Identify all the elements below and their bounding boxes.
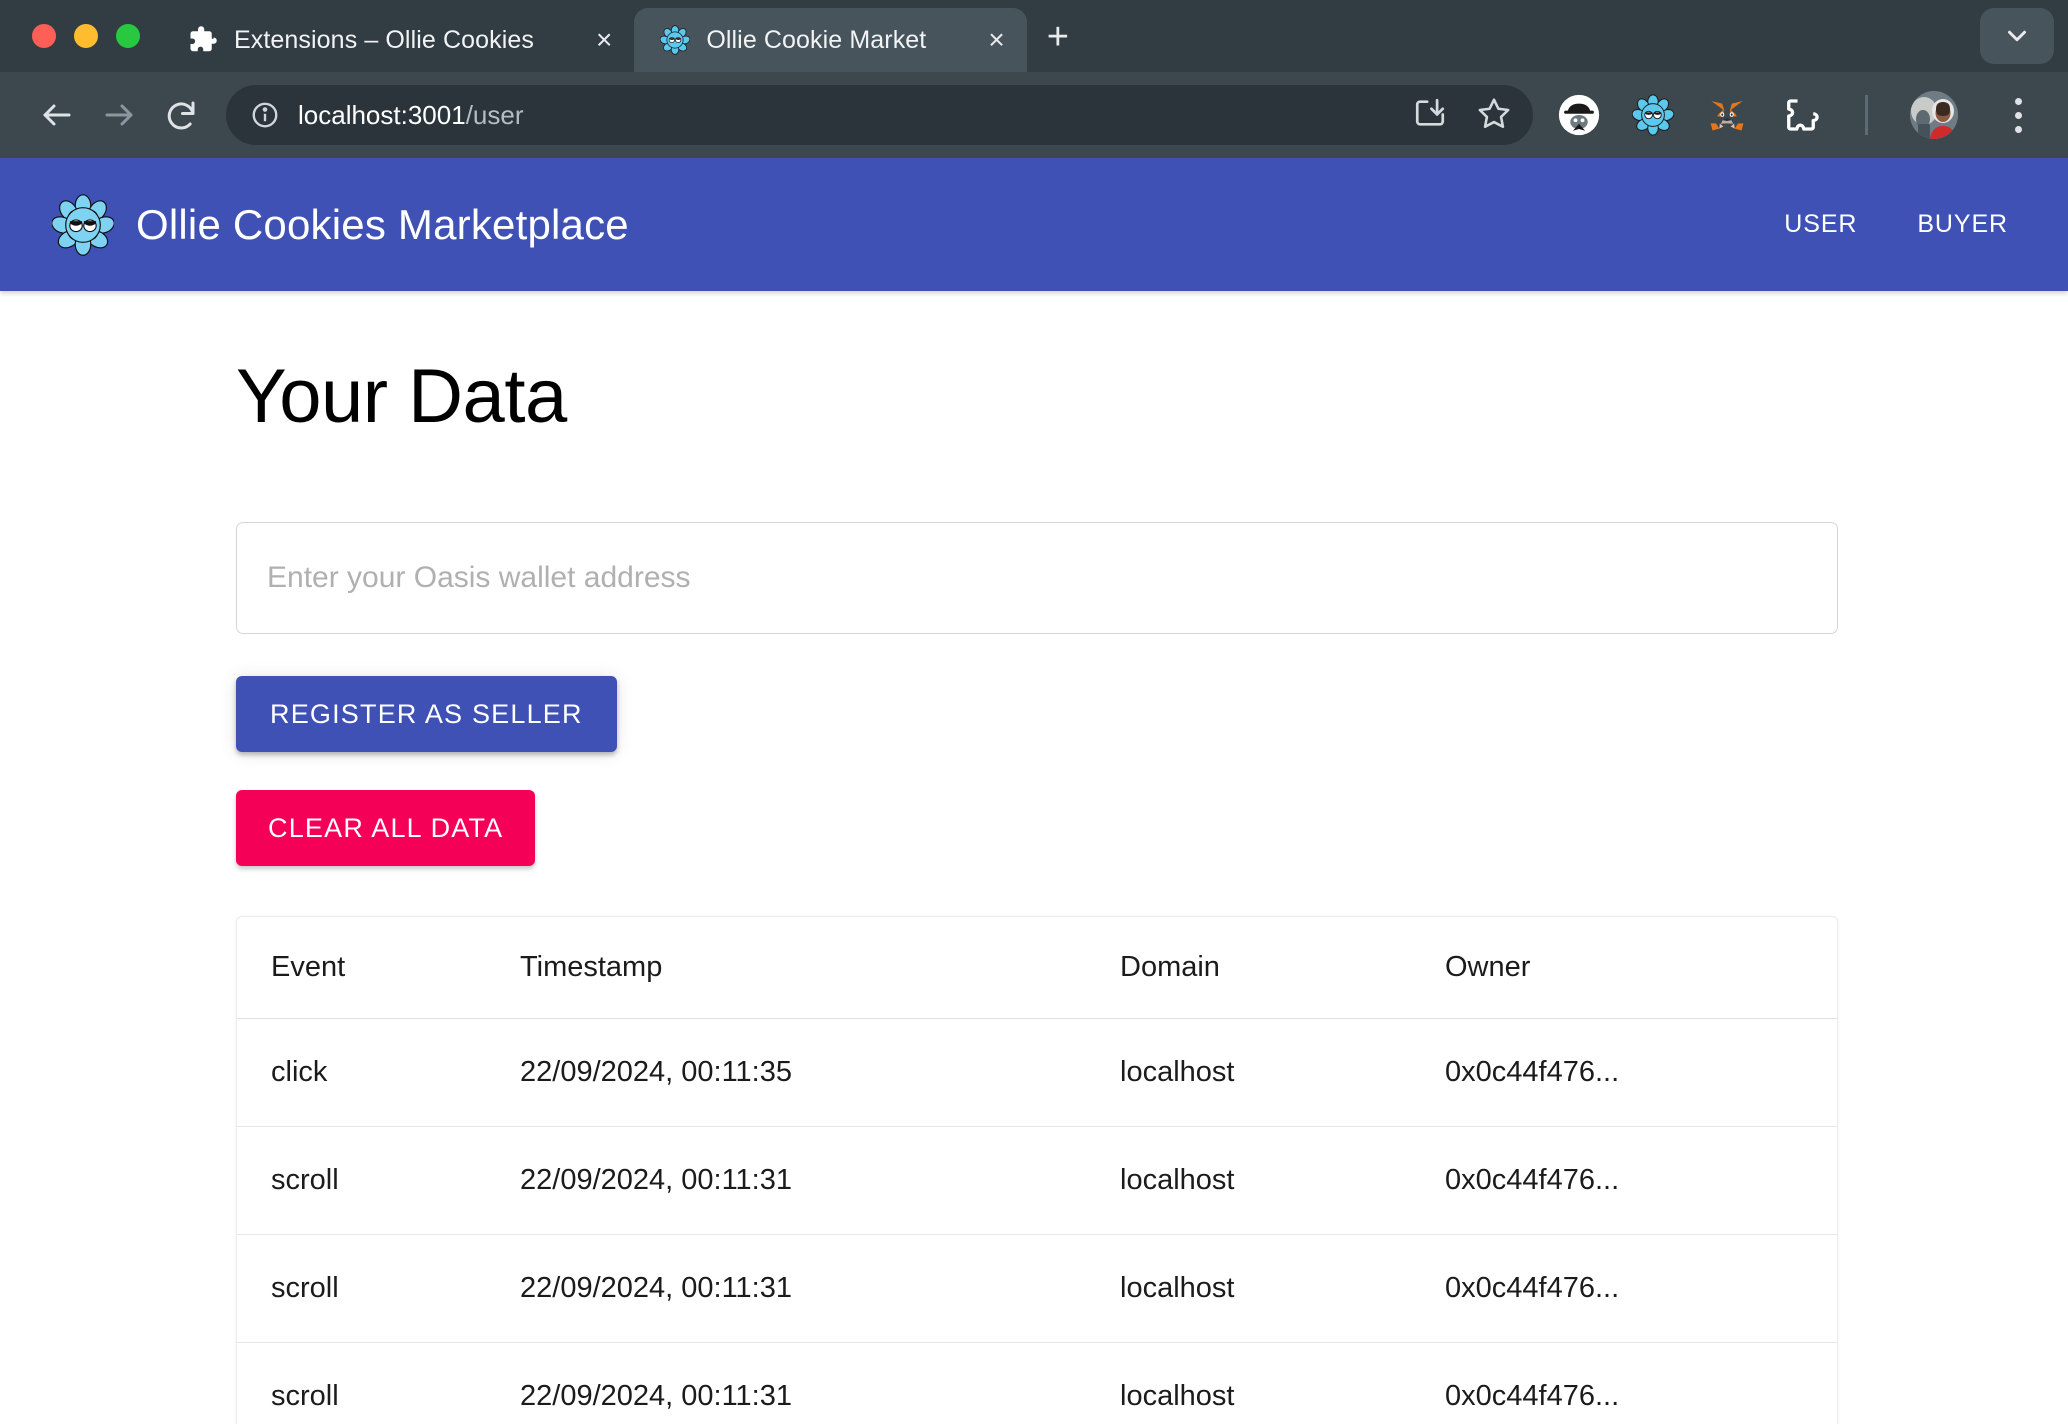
nav-link-user[interactable]: USER [1762, 194, 1879, 255]
cell-event: scroll [237, 1234, 520, 1343]
column-header-event[interactable]: Event [237, 917, 520, 1019]
cell-timestamp: 22/09/2024, 00:11:31 [520, 1234, 1120, 1343]
cell-event: scroll [237, 1126, 520, 1235]
ollie-cookie-extension-icon[interactable] [1631, 93, 1675, 137]
tab-strip: Extensions – Ollie Cookies × Ollie Cooki… [0, 0, 2068, 72]
forward-button[interactable] [88, 84, 150, 146]
metamask-fox-icon[interactable] [1705, 93, 1749, 137]
url-path: /user [465, 99, 524, 130]
table-row[interactable]: scroll 22/09/2024, 00:11:31 localhost 0x… [237, 1234, 1837, 1343]
table-row[interactable]: scroll 22/09/2024, 00:11:31 localhost 0x… [237, 1126, 1837, 1235]
page-title: Your Data [236, 354, 567, 439]
cell-owner: 0x0c44f476... [1445, 1342, 1837, 1424]
reload-button[interactable] [150, 84, 212, 146]
kebab-dot [2014, 125, 2022, 133]
table-head: Event Timestamp Domain Owner [237, 917, 1837, 1019]
cell-owner: 0x0c44f476... [1445, 1126, 1837, 1235]
cell-owner: 0x0c44f476... [1445, 1018, 1837, 1127]
minimize-window-button[interactable] [74, 24, 98, 48]
maximize-window-button[interactable] [116, 24, 140, 48]
cookie-icon [660, 25, 691, 55]
table-body: click 22/09/2024, 00:11:35 localhost 0x0… [237, 1018, 1837, 1424]
close-tab-button[interactable]: × [942, 26, 1004, 54]
app-title: Ollie Cookies Marketplace [136, 200, 629, 248]
cell-domain: localhost [1120, 1234, 1445, 1343]
bookmark-star-icon[interactable] [1477, 96, 1511, 135]
ollie-cookie-logo [51, 193, 115, 256]
omnibox-actions [1413, 96, 1511, 135]
arrow-right-icon [105, 104, 133, 126]
profile-avatar[interactable] [1910, 91, 1958, 139]
nav-link-buyer[interactable]: BUYER [1895, 194, 2030, 255]
cell-domain: localhost [1120, 1342, 1445, 1424]
site-info-icon[interactable] [248, 98, 282, 132]
browser-tab-extensions[interactable]: Extensions – Ollie Cookies × [162, 8, 634, 72]
tab-list-dropdown-button[interactable] [1980, 8, 2054, 64]
clear-all-data-button[interactable]: CLEAR ALL DATA [236, 790, 536, 866]
column-header-domain[interactable]: Domain [1120, 917, 1445, 1019]
brand[interactable]: Ollie Cookies Marketplace [51, 193, 629, 256]
table-row[interactable]: scroll 22/09/2024, 00:11:31 localhost 0x… [237, 1342, 1837, 1424]
column-header-timestamp[interactable]: Timestamp [520, 917, 1120, 1019]
cell-timestamp: 22/09/2024, 00:11:35 [520, 1018, 1120, 1127]
reload-icon [167, 101, 195, 130]
cell-owner: 0x0c44f476... [1445, 1234, 1837, 1343]
chevron-down-icon [2008, 30, 2026, 42]
arrow-left-icon [43, 104, 71, 126]
browser-tab-ollie-cookie-market[interactable]: Ollie Cookie Market × [634, 8, 1027, 72]
column-header-owner[interactable]: Owner [1445, 917, 1837, 1019]
extension-icons [1551, 91, 2042, 139]
cell-domain: localhost [1120, 1018, 1445, 1127]
cell-domain: localhost [1120, 1126, 1445, 1235]
app-header: Ollie Cookies Marketplace USER BUYER [0, 158, 2068, 291]
kebab-dot [2014, 97, 2022, 105]
back-button[interactable] [26, 84, 88, 146]
address-bar[interactable]: localhost:3001/user [226, 85, 1533, 145]
url-text: localhost:3001/user [298, 100, 524, 131]
window-controls [0, 0, 162, 72]
table-header-row: Event Timestamp Domain Owner [237, 917, 1837, 1019]
app-nav: USER BUYER [1762, 194, 2030, 255]
table-row[interactable]: click 22/09/2024, 00:11:35 localhost 0x0… [237, 1018, 1837, 1127]
toolbar-divider [1865, 95, 1868, 135]
browser-window: Extensions – Ollie Cookies × Ollie Cooki… [0, 0, 2068, 1424]
kebab-dot [2014, 111, 2022, 119]
extensions-puzzle-icon[interactable] [1779, 93, 1823, 137]
close-window-button[interactable] [32, 24, 56, 48]
incognito-detective-icon[interactable] [1557, 93, 1601, 137]
user-data-table: Event Timestamp Domain Owner click 22/09… [237, 917, 1837, 1424]
wallet-address-input[interactable] [236, 522, 1838, 634]
url-host: localhost:3001 [298, 99, 466, 130]
cell-event: scroll [237, 1342, 520, 1424]
chrome-menu-button[interactable] [1994, 91, 2042, 139]
data-table-card: Event Timestamp Domain Owner click 22/09… [236, 916, 1838, 1424]
tab-title: Extensions – Ollie Cookies [234, 25, 534, 54]
cell-timestamp: 22/09/2024, 00:11:31 [520, 1342, 1120, 1424]
cell-timestamp: 22/09/2024, 00:11:31 [520, 1126, 1120, 1235]
close-tab-button[interactable]: × [550, 26, 612, 54]
new-tab-button[interactable]: + [1027, 18, 1089, 56]
install-app-icon[interactable] [1413, 96, 1447, 135]
puzzle-icon [188, 25, 218, 55]
cell-event: click [237, 1018, 520, 1127]
register-as-seller-button[interactable]: REGISTER AS SELLER [236, 676, 617, 752]
tab-title: Ollie Cookie Market [706, 25, 927, 54]
browser-toolbar: localhost:3001/user [0, 72, 2068, 158]
page-content: Your Data REGISTER AS SELLER CLEAR ALL D… [0, 353, 2068, 1424]
page-viewport: Ollie Cookies Marketplace USER BUYER You… [0, 158, 2068, 1424]
